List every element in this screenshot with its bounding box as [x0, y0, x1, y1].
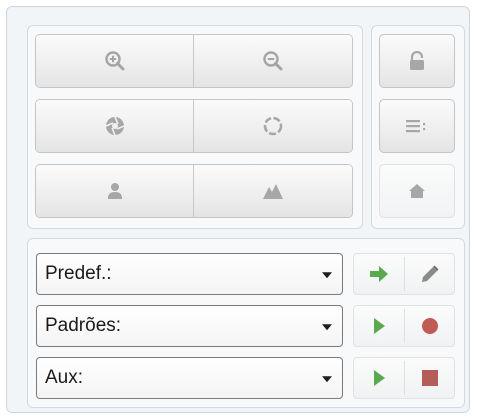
menu-button[interactable]	[379, 99, 455, 153]
aux-on-button[interactable]	[354, 358, 404, 398]
zoom-out-icon	[262, 50, 284, 72]
chevron-down-icon	[322, 324, 332, 331]
aux-off-button[interactable]	[405, 358, 454, 398]
focus-button-pair	[35, 164, 353, 218]
play-icon	[371, 316, 387, 336]
record-icon	[420, 316, 440, 336]
go-preset-button[interactable]	[354, 254, 404, 294]
predef-dropdown[interactable]: Predef.:	[36, 253, 343, 295]
menu-icon	[406, 119, 428, 133]
home-button[interactable]	[379, 164, 455, 218]
chevron-down-icon	[322, 376, 332, 383]
aux-label: Aux:	[45, 367, 84, 388]
lock-icon	[408, 51, 426, 71]
padroes-dropdown[interactable]: Padrões:	[36, 305, 343, 347]
person-icon	[105, 181, 125, 201]
landscape-icon	[262, 181, 284, 201]
iris-close-button[interactable]	[194, 100, 352, 152]
dotted-circle-icon	[262, 115, 284, 137]
focus-near-button[interactable]	[36, 165, 193, 217]
zoom-out-button[interactable]	[194, 35, 352, 87]
padroes-label: Padrões:	[45, 315, 122, 336]
predef-label: Predef.:	[45, 263, 112, 284]
zoom-button-pair	[35, 34, 353, 88]
zoom-in-icon	[104, 50, 126, 72]
zoom-in-button[interactable]	[36, 35, 193, 87]
stop-icon	[421, 369, 439, 387]
arrow-right-icon	[369, 265, 389, 283]
padroes-actions	[353, 305, 455, 347]
play-icon	[371, 368, 387, 388]
pencil-icon	[420, 264, 440, 284]
predef-actions	[353, 253, 455, 295]
focus-far-button[interactable]	[194, 165, 352, 217]
ptz-control-panel: Predef.: Padrões: Aux:	[6, 6, 470, 413]
aux-dropdown[interactable]: Aux:	[36, 357, 343, 399]
aperture-icon	[104, 115, 126, 137]
iris-open-button[interactable]	[36, 100, 193, 152]
edit-preset-button[interactable]	[405, 254, 454, 294]
play-pattern-button[interactable]	[354, 306, 404, 346]
home-icon	[408, 183, 426, 199]
lock-button[interactable]	[379, 34, 455, 88]
iris-button-pair	[35, 99, 353, 153]
chevron-down-icon	[322, 272, 332, 279]
aux-actions	[353, 357, 455, 399]
record-pattern-button[interactable]	[405, 306, 454, 346]
